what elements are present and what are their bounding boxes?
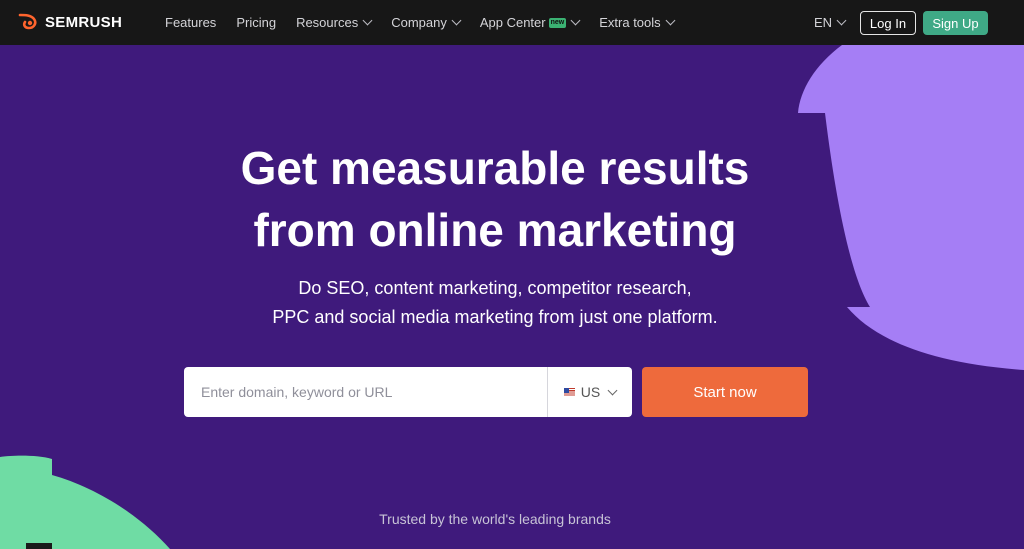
language-label: EN: [814, 15, 833, 30]
language-selector[interactable]: EN: [814, 15, 847, 30]
search-box: US: [184, 367, 632, 417]
hero-subheadline: Do SEO, content marketing, competitor re…: [230, 274, 760, 332]
logo-text: SEMRUSH: [45, 13, 123, 31]
nav-company-label: Company: [391, 15, 447, 30]
nav-resources-label: Resources: [296, 15, 359, 30]
chevron-down-icon: [665, 15, 676, 26]
country-label: US: [580, 384, 601, 400]
trusted-by-text: Trusted by the world's leading brands: [379, 511, 611, 527]
nav-resources[interactable]: Resources: [296, 15, 373, 30]
us-flag-icon: [563, 388, 575, 396]
nav-extra-tools[interactable]: Extra tools: [599, 15, 676, 30]
chevron-down-icon: [570, 15, 581, 26]
main-nav: Features Pricing Resources Company App C…: [165, 0, 694, 45]
chevron-down-icon: [362, 15, 373, 26]
chevron-down-icon: [451, 15, 462, 26]
nav-app-center-label: App Center: [479, 15, 546, 30]
semrush-logo[interactable]: SEMRUSH: [17, 12, 122, 32]
start-now-button[interactable]: Start now: [642, 367, 808, 417]
semrush-logo-icon: [18, 13, 37, 30]
country-selector[interactable]: US: [548, 367, 632, 417]
signup-button[interactable]: Sign Up: [923, 11, 988, 35]
nav-extra-tools-label: Extra tools: [599, 15, 661, 30]
nav-features[interactable]: Features: [165, 15, 216, 30]
top-navbar: SEMRUSH Features Pricing Resources Compa…: [0, 0, 1024, 45]
headline-line-2: from online marketing: [253, 204, 737, 256]
hero-headline: Get measurable results from online marke…: [150, 137, 840, 261]
decorative-green-shape: [0, 455, 170, 549]
chevron-down-icon: [836, 15, 847, 26]
nav-pricing-label: Pricing: [236, 15, 277, 30]
login-button[interactable]: Log In: [860, 11, 916, 35]
subhead-line-2: PPC and social media marketing from just…: [272, 307, 718, 327]
domain-search-input[interactable]: [184, 367, 547, 417]
corner-tab: [26, 543, 52, 549]
new-badge: new: [548, 17, 567, 28]
nav-app-center[interactable]: App Center new: [479, 15, 581, 30]
subhead-line-1: Do SEO, content marketing, competitor re…: [298, 278, 692, 298]
nav-features-label: Features: [165, 15, 217, 30]
nav-company[interactable]: Company: [391, 15, 462, 30]
headline-line-1: Get measurable results: [240, 142, 750, 194]
chevron-down-icon: [607, 385, 618, 395]
nav-pricing[interactable]: Pricing: [236, 15, 276, 30]
